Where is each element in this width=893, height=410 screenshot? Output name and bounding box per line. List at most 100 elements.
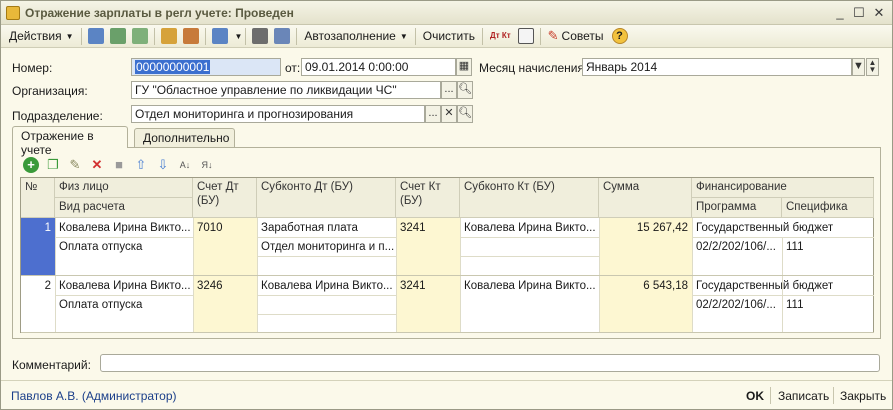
help-button[interactable]: ? — [608, 26, 632, 47]
grid-line — [460, 237, 599, 238]
entries-table[interactable]: № Физ лицо Вид расчета Счет Дт (БУ) Субк… — [20, 177, 874, 333]
row-2-person[interactable]: Ковалева Ирина Викто... — [55, 277, 193, 296]
number-field[interactable]: 00000000001 — [131, 58, 281, 76]
copy-icon[interactable] — [131, 28, 148, 44]
number-value: 00000000001 — [135, 60, 211, 74]
comment-label: Комментарий: — [12, 358, 91, 372]
tab-accounting[interactable]: Отражение в учете — [12, 126, 128, 157]
dtkt-button[interactable]: Дт Кт — [486, 26, 515, 47]
department-clear-icon[interactable]: ✕ — [441, 105, 457, 123]
row-1-sub-kt[interactable]: Ковалева Ирина Викто... — [460, 219, 599, 238]
header-financing[interactable]: Финансирование — [692, 178, 874, 198]
refresh-icon[interactable] — [109, 28, 126, 44]
row-2-sub-dt-2[interactable] — [257, 296, 396, 300]
row-2-sub-dt-1[interactable]: Ковалева Ирина Викто... — [257, 277, 396, 296]
department-select-button[interactable]: ... — [425, 105, 441, 123]
close-window-button[interactable]: ✕ — [870, 4, 888, 22]
row-1-calc-type[interactable]: Оплата отпуска — [55, 238, 193, 257]
end-edit-icon[interactable]: ■ — [111, 157, 127, 173]
tips-icon: ✎ — [547, 28, 559, 43]
post-icon[interactable] — [160, 28, 177, 44]
row-2-sub-kt[interactable]: Ковалева Ирина Викто... — [460, 277, 599, 296]
row-2-sum[interactable]: 6 543,18 — [599, 277, 692, 296]
header-person[interactable]: Физ лицо — [55, 178, 193, 198]
row-2-calc-type[interactable]: Оплата отпуска — [55, 296, 193, 315]
structure-icon[interactable] — [252, 28, 269, 44]
document-journal-icon[interactable] — [517, 28, 534, 44]
row-1-program[interactable]: 02/2/202/106/... — [692, 238, 782, 257]
row-2-financing[interactable]: Государственный бюджет — [692, 277, 874, 296]
header-sum[interactable]: Сумма — [599, 178, 692, 218]
header-acc-kt[interactable]: Счет Кт (БУ) — [396, 178, 460, 218]
row-1-financing[interactable]: Государственный бюджет — [692, 219, 874, 238]
grid-line — [257, 295, 396, 296]
save-button[interactable]: Записать — [778, 389, 829, 403]
toolbar-separator — [245, 27, 247, 45]
close-button[interactable]: Закрыть — [840, 389, 886, 403]
row-1-acc-dt[interactable]: 7010 — [193, 219, 257, 238]
grid-line — [692, 237, 874, 238]
help-icon: ? — [611, 28, 628, 44]
row-1-person[interactable]: Ковалева Ирина Викто... — [55, 219, 193, 238]
row-1-sum[interactable]: 15 267,42 — [599, 219, 692, 238]
organization-search-icon[interactable]: 🔍︎ — [457, 81, 473, 99]
tab-additional[interactable]: Дополнительно — [134, 128, 235, 147]
row-1-spec[interactable]: 111 — [782, 238, 874, 257]
header-sub-dt[interactable]: Субконто Дт (БУ) — [257, 178, 396, 218]
header-num[interactable]: № — [21, 178, 55, 218]
row-1-acc-kt[interactable]: 3241 — [396, 219, 460, 238]
tab-panel-accounting: + ❐ ✎ ✕ ■ ⇧ ⇩ A↓ Я↓ № Физ лицо Вид расче… — [12, 147, 881, 339]
row-1-sub-dt-2[interactable]: Отдел мониторинга и п... — [257, 238, 396, 257]
autofill-menu[interactable]: Автозаполнение ▼ — [300, 26, 411, 47]
header-program[interactable]: Программа — [692, 198, 782, 218]
move-down-icon[interactable]: ⇩ — [155, 157, 171, 173]
header-sub-kt[interactable]: Субконто Кт (БУ) — [460, 178, 599, 218]
row-1-sub-dt-1[interactable]: Заработная плата — [257, 219, 396, 238]
calendar-icon[interactable]: ▦ — [456, 58, 472, 76]
department-search-icon[interactable]: 🔍︎ — [457, 105, 473, 123]
maximize-button[interactable]: ☐ — [850, 4, 868, 22]
tips-button[interactable]: ✎ Советы — [544, 26, 608, 47]
dtkt-icon: Дт Кт — [490, 31, 511, 40]
grid-line — [257, 314, 396, 315]
toolbar: Действия ▼ ▼ Автозаполнение ▼ Очистить Дт … — [1, 25, 892, 48]
month-spin-icon[interactable]: ▲ ▼ — [866, 58, 879, 76]
sort-desc-icon[interactable]: Я↓ — [199, 157, 215, 173]
move-up-icon[interactable]: ⇧ — [133, 157, 149, 173]
post-and-close-icon[interactable] — [87, 28, 104, 44]
row-2-spec[interactable]: 111 — [782, 296, 874, 315]
month-label: Месяц начисления: — [479, 61, 588, 75]
window-title: Отражение зарплаты в регл учете: Проведе… — [25, 6, 294, 20]
header-acc-dt[interactable]: Счет Дт (БУ) — [193, 178, 257, 218]
actions-menu[interactable]: Действия ▼ — [5, 26, 78, 47]
autofill-label: Автозаполнение — [304, 29, 396, 43]
date-field[interactable]: 09.01.2014 0:00:00 — [301, 58, 456, 76]
department-field[interactable]: Отдел мониторинга и прогнозирования — [131, 105, 425, 123]
comment-input[interactable] — [100, 354, 880, 372]
add-row-icon[interactable]: + — [23, 157, 39, 173]
row-2-program[interactable]: 02/2/202/106/... — [692, 296, 782, 315]
delete-row-icon[interactable]: ✕ — [89, 157, 105, 173]
based-on-icon[interactable] — [211, 28, 228, 44]
grid-line — [257, 256, 396, 257]
ok-button[interactable]: OK — [746, 389, 764, 403]
report-icon[interactable] — [274, 28, 291, 44]
edit-row-icon[interactable]: ✎ — [67, 157, 83, 173]
row-2-acc-dt[interactable]: 3246 — [193, 277, 257, 296]
header-spec[interactable]: Специфика — [782, 198, 874, 218]
organization-select-button[interactable]: ... — [441, 81, 457, 99]
month-field[interactable]: Январь 2014 — [582, 58, 852, 76]
organization-field[interactable]: ГУ "Областное управление по ликвидации Ч… — [131, 81, 441, 99]
header-calc-type[interactable]: Вид расчета — [55, 198, 193, 218]
actions-label: Действия — [9, 29, 62, 43]
current-user-link[interactable]: Павлов А.В. (Администратор) — [11, 389, 177, 403]
month-dropdown-icon[interactable]: ▼ — [852, 58, 865, 76]
sort-asc-icon[interactable]: A↓ — [177, 157, 193, 173]
title-bar: Отражение зарплаты в регл учете: Проведе… — [1, 1, 892, 25]
unpost-icon[interactable] — [182, 28, 199, 44]
row-2-acc-kt[interactable]: 3241 — [396, 277, 460, 296]
chevron-down-icon[interactable]: ▼ — [235, 32, 243, 41]
clear-button[interactable]: Очистить — [419, 26, 479, 47]
minimize-button[interactable]: _ — [831, 4, 849, 22]
copy-row-icon[interactable]: ❐ — [45, 157, 61, 173]
